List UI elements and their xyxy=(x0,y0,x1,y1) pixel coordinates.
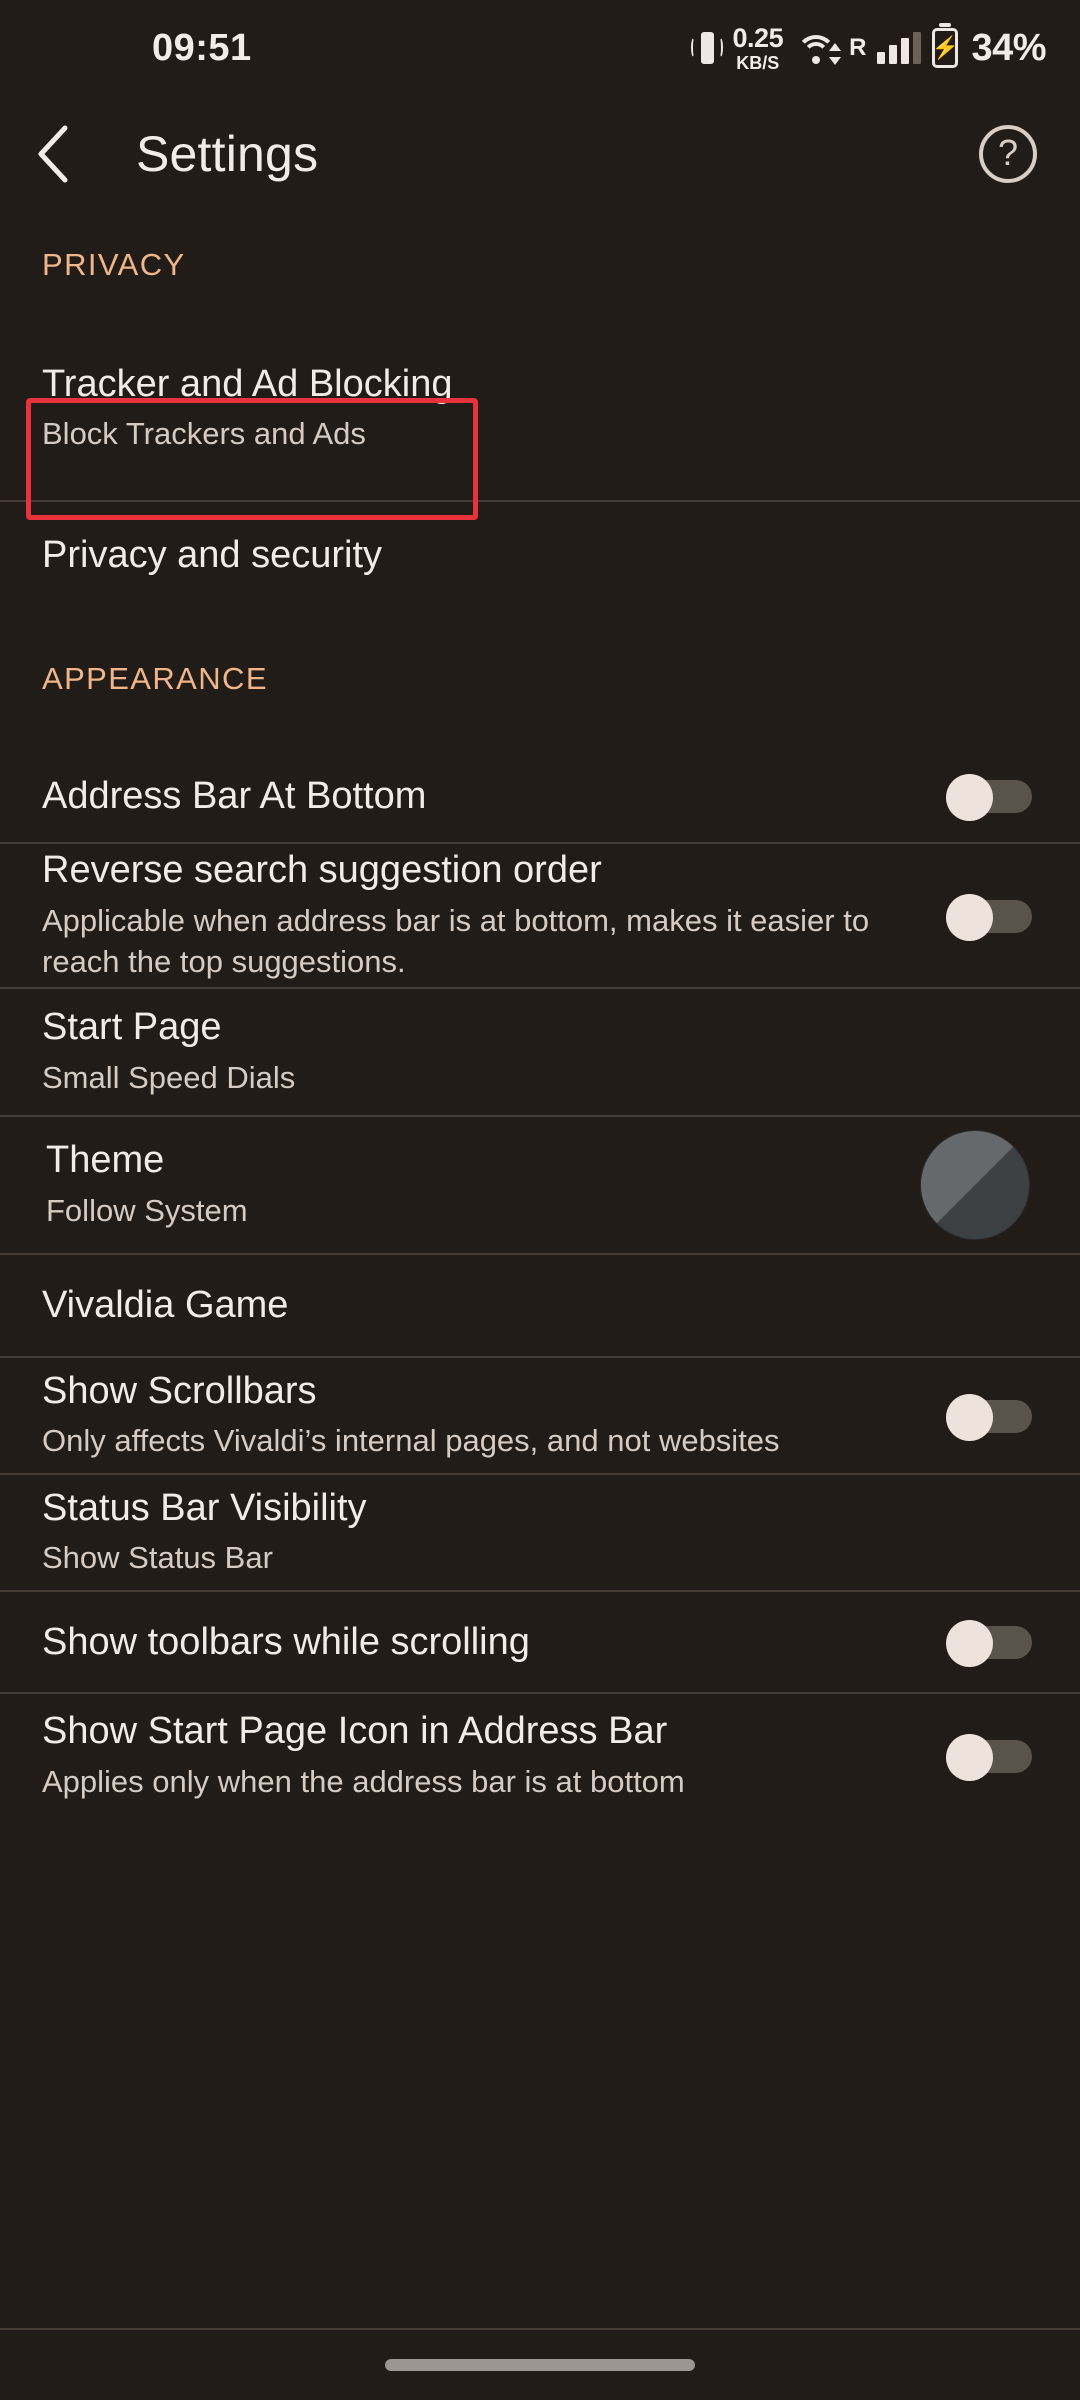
network-speed-value: 0.25 xyxy=(733,25,784,52)
row-texts: Vivaldia Game xyxy=(42,1283,288,1328)
row-title: Vivaldia Game xyxy=(42,1283,288,1328)
row-title: Start Page xyxy=(42,1005,295,1050)
app-header: Settings ? xyxy=(0,96,1080,212)
toggle-show-toolbars-while-scrolling[interactable] xyxy=(946,1620,1032,1664)
row-title: Show Start Page Icon in Address Bar xyxy=(42,1709,685,1754)
toggle-reverse-search-suggestion-order[interactable] xyxy=(946,894,1032,938)
row-title: Status Bar Visibility xyxy=(42,1486,367,1531)
wifi-icon xyxy=(794,29,838,67)
setting-row-show-start-page-icon-in-address-bar[interactable]: Show Start Page Icon in Address Bar Appl… xyxy=(0,1692,1080,1818)
status-bar: 09:51 0.25 KB/S R ⚡ xyxy=(0,0,1080,96)
row-texts: Tracker and Ad Blocking Block Trackers a… xyxy=(42,362,452,456)
row-texts: Theme Follow System xyxy=(46,1138,248,1232)
phone-screen: 09:51 0.25 KB/S R ⚡ xyxy=(0,0,1080,2400)
help-button[interactable]: ? xyxy=(972,118,1044,190)
row-subtitle: Applicable when address bar is at bottom… xyxy=(42,901,872,983)
toggle-show-scrollbars[interactable] xyxy=(946,1394,1032,1438)
section-header-privacy: PRIVACY xyxy=(0,212,1080,317)
row-subtitle: Follow System xyxy=(46,1191,248,1232)
setting-row-show-toolbars-while-scrolling[interactable]: Show toolbars while scrolling xyxy=(0,1590,1080,1692)
theme-color-swatch[interactable] xyxy=(920,1130,1030,1240)
row-texts: Show toolbars while scrolling xyxy=(42,1620,530,1665)
row-subtitle: Block Trackers and Ads xyxy=(42,414,452,455)
row-texts: Show Scrollbars Only affects Vivaldi’s i… xyxy=(42,1369,780,1463)
row-title: Reverse search suggestion order xyxy=(42,848,872,893)
row-texts: Reverse search suggestion order Applicab… xyxy=(42,848,872,983)
setting-row-privacy-and-security[interactable]: Privacy and security xyxy=(0,500,1080,608)
row-subtitle: Small Speed Dials xyxy=(42,1058,295,1099)
network-speed-indicator: 0.25 KB/S xyxy=(733,25,784,72)
row-texts: Status Bar Visibility Show Status Bar xyxy=(42,1486,367,1580)
setting-row-vivaldia-game[interactable]: Vivaldia Game xyxy=(0,1253,1080,1356)
gesture-home-pill[interactable] xyxy=(385,2359,695,2371)
setting-row-address-bar-at-bottom[interactable]: Address Bar At Bottom xyxy=(0,750,1080,842)
setting-row-tracker-ad-blocking[interactable]: Tracker and Ad Blocking Block Trackers a… xyxy=(0,317,1080,500)
setting-row-reverse-search-suggestion-order[interactable]: Reverse search suggestion order Applicab… xyxy=(0,842,1080,987)
row-title: Address Bar At Bottom xyxy=(42,774,426,819)
row-title: Privacy and security xyxy=(42,533,382,578)
system-navigation-bar xyxy=(0,2328,1080,2400)
vibrate-icon xyxy=(692,28,722,68)
battery-charging-icon: ⚡ xyxy=(932,28,958,68)
setting-row-theme[interactable]: Theme Follow System xyxy=(0,1115,1080,1253)
back-button[interactable] xyxy=(0,96,104,212)
setting-row-show-scrollbars[interactable]: Show Scrollbars Only affects Vivaldi’s i… xyxy=(0,1356,1080,1473)
setting-row-status-bar-visibility[interactable]: Status Bar Visibility Show Status Bar xyxy=(0,1473,1080,1590)
back-chevron-icon xyxy=(31,123,73,185)
status-bar-clock: 09:51 xyxy=(152,27,252,70)
row-subtitle: Show Status Bar xyxy=(42,1538,367,1579)
row-texts: Show Start Page Icon in Address Bar Appl… xyxy=(42,1709,685,1803)
row-subtitle: Applies only when the address bar is at … xyxy=(42,1762,685,1803)
row-texts: Address Bar At Bottom xyxy=(42,774,426,819)
settings-list: PRIVACY Tracker and Ad Blocking Block Tr… xyxy=(0,212,1080,1818)
setting-row-start-page[interactable]: Start Page Small Speed Dials xyxy=(0,987,1080,1115)
row-subtitle: Only affects Vivaldi’s internal pages, a… xyxy=(42,1421,780,1462)
row-texts: Privacy and security xyxy=(42,533,382,578)
network-speed-unit: KB/S xyxy=(736,54,779,72)
help-circle-icon: ? xyxy=(979,125,1037,183)
toggle-show-start-page-icon[interactable] xyxy=(946,1734,1032,1778)
toggle-address-bar-at-bottom[interactable] xyxy=(946,774,1032,818)
battery-percentage: 34% xyxy=(971,27,1046,70)
row-title: Theme xyxy=(46,1138,248,1183)
row-texts: Start Page Small Speed Dials xyxy=(42,1005,295,1099)
page-title: Settings xyxy=(136,125,318,183)
roaming-indicator: R xyxy=(849,34,866,62)
status-bar-icons: 0.25 KB/S R ⚡ 34% xyxy=(692,25,1046,72)
row-title: Tracker and Ad Blocking xyxy=(42,362,452,407)
signal-bars-icon xyxy=(877,32,921,64)
row-title: Show Scrollbars xyxy=(42,1369,780,1414)
section-header-appearance: APPEARANCE xyxy=(0,608,1080,750)
row-title: Show toolbars while scrolling xyxy=(42,1620,530,1665)
